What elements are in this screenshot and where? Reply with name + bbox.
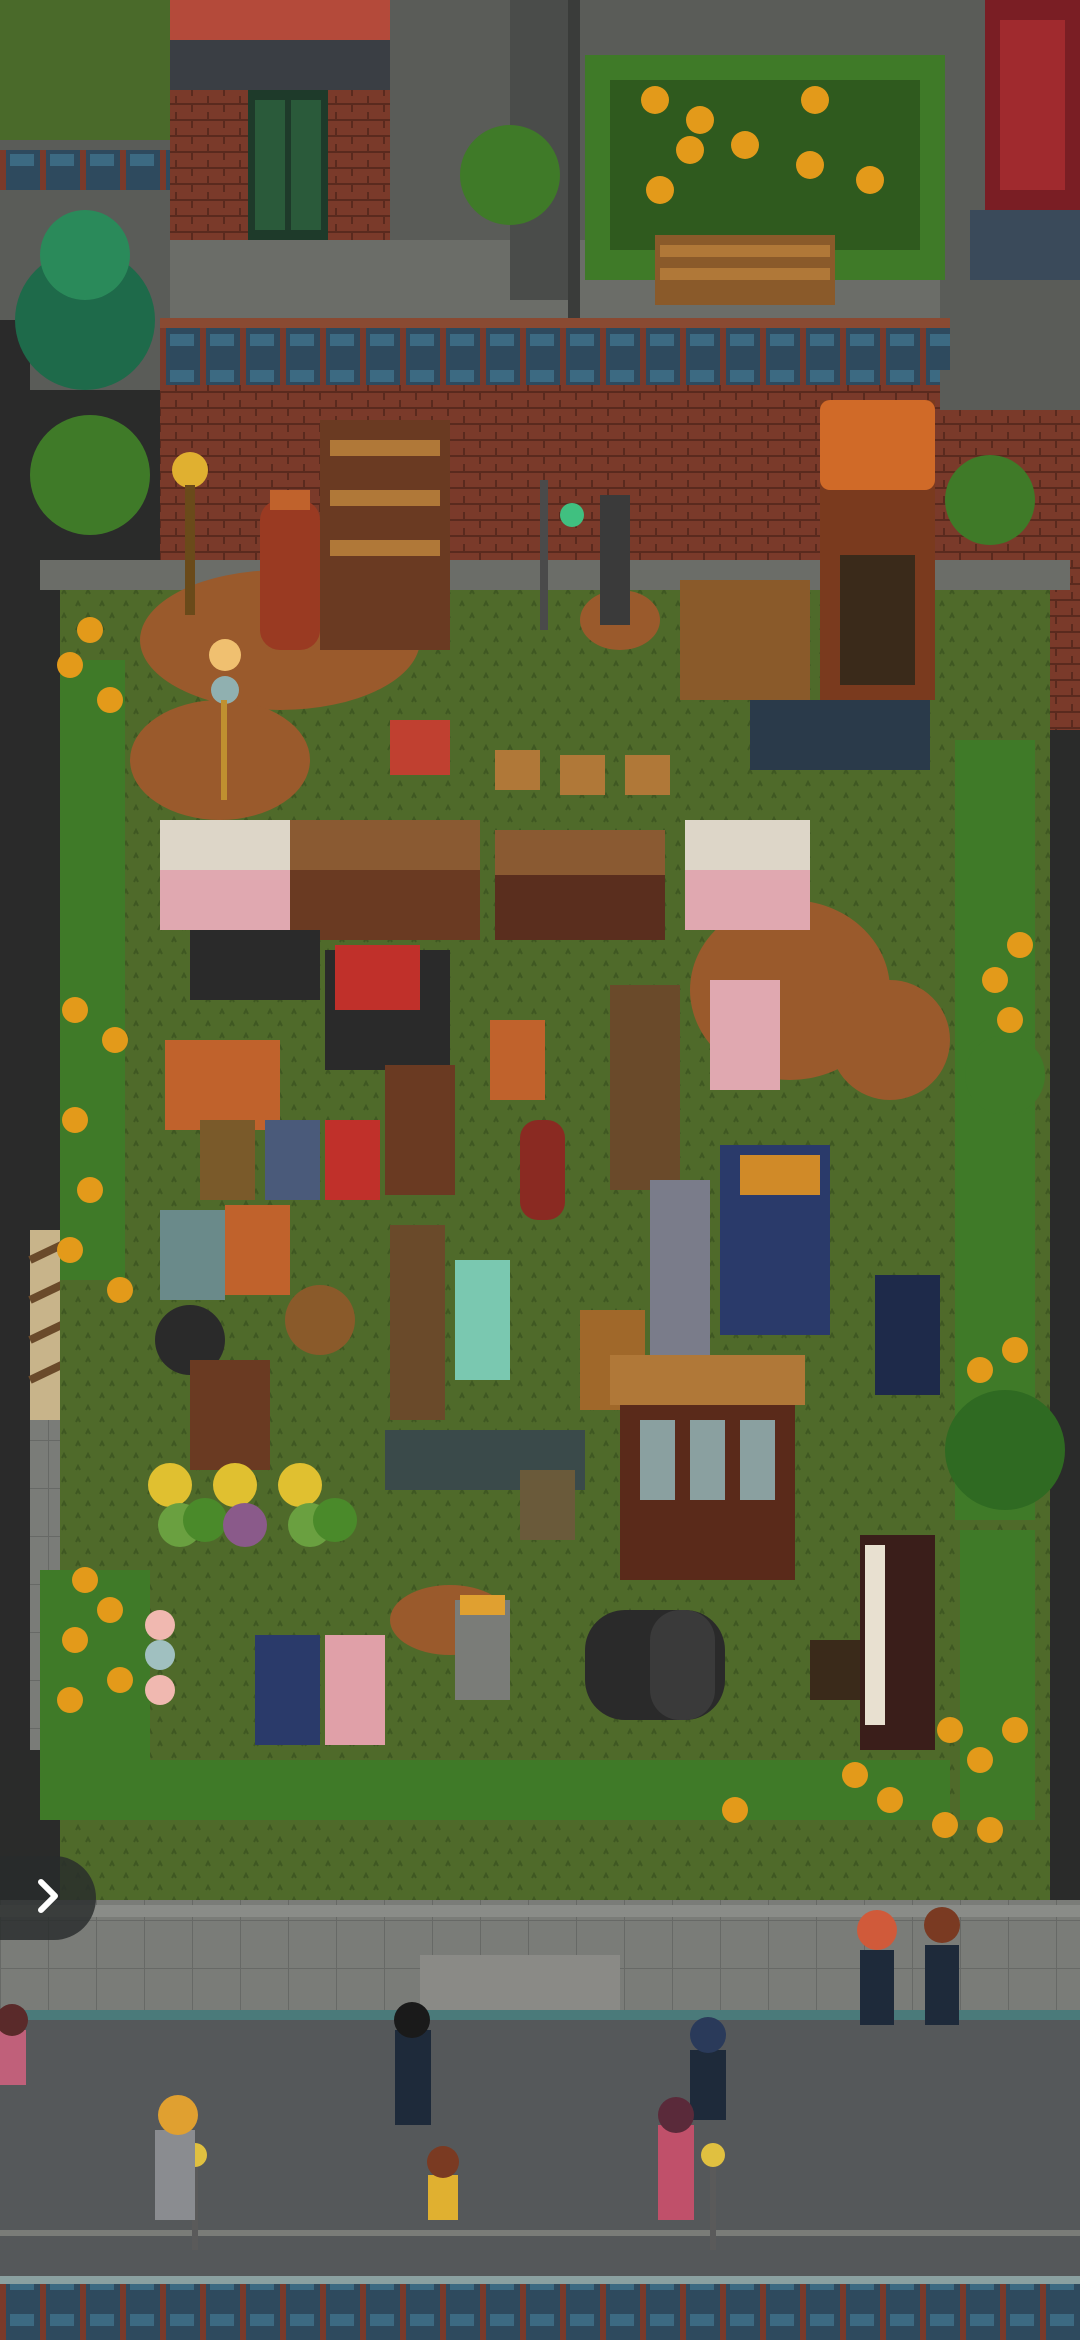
npc-brown-hair-boy xyxy=(924,1907,960,2025)
npc-small-child xyxy=(427,2146,459,2220)
chevron-right-icon xyxy=(33,1876,63,1920)
bottom-railing xyxy=(0,2280,1080,2340)
left-building xyxy=(0,320,30,1750)
npc-black-hair-sword xyxy=(394,2002,431,2125)
game-scene[interactable] xyxy=(0,0,1080,2340)
npc-navy-cap xyxy=(690,2017,726,2120)
npc-red-hair-left xyxy=(0,2004,28,2085)
npc-armored-blonde xyxy=(155,2095,198,2220)
expand-panel-button[interactable] xyxy=(0,1856,96,1940)
npc-pink-dress-woman xyxy=(658,2097,694,2220)
npc-orange-hair-girl xyxy=(857,1910,897,2025)
